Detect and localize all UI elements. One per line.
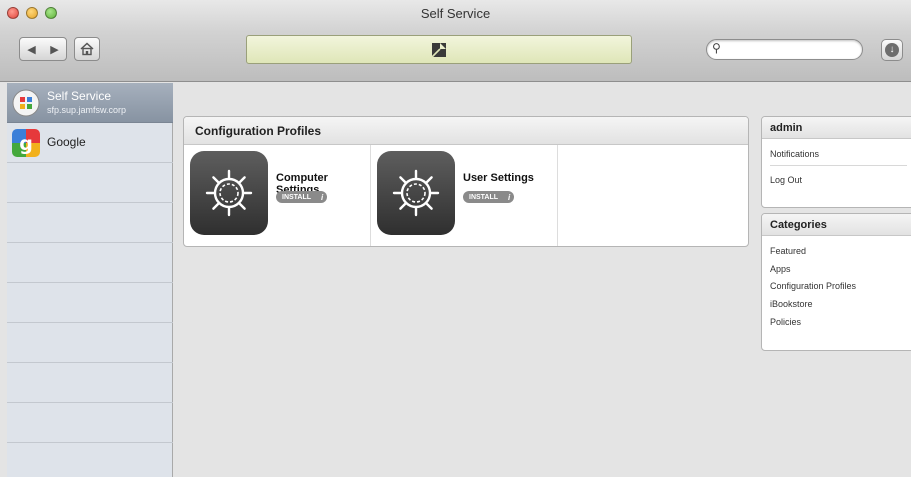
notifications-link[interactable]: Notifications [770, 149, 819, 159]
sidebar-item-google[interactable]: g Google [7, 123, 173, 163]
install-button[interactable]: INSTALL i [463, 191, 515, 203]
category-policies[interactable]: Policies [770, 317, 801, 327]
log-out-link[interactable]: Log Out [770, 175, 802, 185]
back-arrow-icon[interactable]: ◀ [27, 43, 35, 56]
sidebar-empty-row [7, 363, 173, 403]
sidebar-item-self-service[interactable]: Self Service sfp.sup.jamfsw.corp [7, 83, 173, 123]
configuration-profiles-panel: Configuration Profiles Computer Settings… [183, 116, 749, 247]
gear-icon [392, 169, 440, 217]
sidebar-empty-row [7, 163, 173, 203]
divider [770, 165, 907, 166]
account-name: admin [762, 117, 911, 139]
sidebar-empty-row [7, 403, 173, 443]
category-featured[interactable]: Featured [770, 246, 806, 256]
sidebar-empty-row [7, 203, 173, 243]
install-label: INSTALL [469, 193, 499, 201]
profile-title: User Settings [463, 172, 534, 184]
back-forward-control[interactable]: ◀ ▶ [19, 37, 67, 61]
sidebar-empty-row [7, 283, 173, 323]
profile-item-computer-settings[interactable]: Computer Settings INSTALL i [184, 145, 371, 246]
sidebar-empty-row [7, 323, 173, 363]
profile-item-user-settings[interactable]: User Settings INSTALL i [371, 145, 558, 246]
category-configuration-profiles[interactable]: Configuration Profiles [770, 281, 856, 291]
self-service-icon [12, 89, 40, 117]
svg-text:g: g [19, 133, 33, 155]
sidebar-item-label: Self Service [47, 89, 112, 103]
category-apps[interactable]: Apps [770, 264, 791, 274]
activity-well [246, 35, 632, 64]
profile-tile[interactable] [190, 151, 268, 235]
profile-item-empty [558, 145, 748, 246]
search-icon: ⚲ [712, 41, 721, 55]
google-icon: g [12, 129, 40, 157]
account-box: admin Notifications Log Out [761, 116, 911, 208]
forward-arrow-icon[interactable]: ▶ [50, 43, 58, 56]
info-icon[interactable]: i [321, 193, 323, 202]
categories-title: Categories [762, 214, 911, 236]
sidebar-empty-row [7, 243, 173, 283]
install-label: INSTALL [282, 193, 312, 201]
download-button[interactable]: ↓ [881, 39, 903, 61]
download-icon: ↓ [885, 43, 899, 57]
category-ibookstore[interactable]: iBookstore [770, 299, 813, 309]
section-title: Configuration Profiles [184, 117, 748, 145]
sidebar: Self Service sfp.sup.jamfsw.corp g Googl… [7, 83, 173, 477]
sidebar-item-label: Google [47, 135, 86, 149]
window-toolbar: Self Service ◀ ▶ ⚲ ↓ [0, 0, 911, 82]
sidebar-item-subtitle: sfp.sup.jamfsw.corp [47, 105, 127, 115]
categories-box: Categories Featured Apps Configuration P… [761, 213, 911, 351]
home-icon [80, 42, 94, 56]
window-title: Self Service [420, 6, 491, 21]
self-service-logo-icon [431, 42, 446, 58]
gear-icon [205, 169, 253, 217]
info-icon[interactable]: i [508, 193, 510, 202]
install-button[interactable]: INSTALL i [276, 191, 328, 203]
home-button[interactable] [74, 37, 100, 61]
search-input[interactable] [706, 39, 863, 60]
profile-tile[interactable] [377, 151, 455, 235]
